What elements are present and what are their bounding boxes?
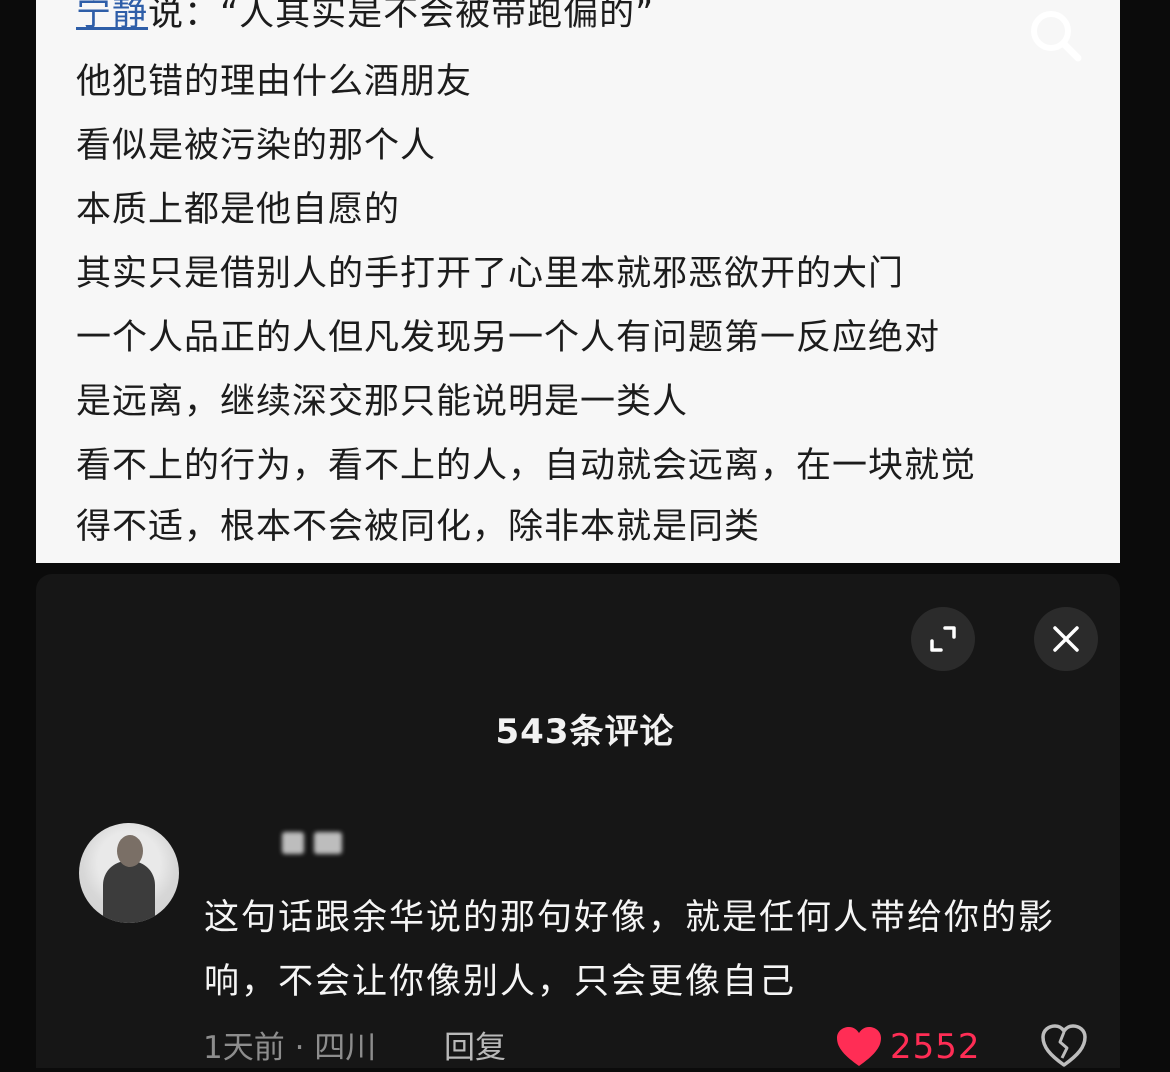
quote-line: 他犯错的理由什么酒朋友 [76,62,473,102]
quote-line: 本质上都是他自愿的 [76,190,401,230]
like-count: 2552 [890,1027,981,1067]
quote-line: 是远离，继续深交那只能说明是一类人 [76,382,689,422]
quote-line: 其实只是借别人的手打开了心里本就邪恶欲开的大门 [76,254,905,294]
search-icon[interactable] [1026,6,1086,66]
quote-line: 得不适，根本不会被同化，除非本就是同类 [76,507,761,547]
expand-icon[interactable] [911,607,975,671]
heart-icon[interactable] [835,1026,883,1068]
avatar[interactable] [79,823,179,923]
close-icon[interactable] [1034,607,1098,671]
quote-card: 宁静说：“人其实是不会被带跑偏的” 他犯错的理由什么酒朋友 看似是被污染的那个人… [36,0,1120,563]
quote-line: 看不上的行为，看不上的人，自动就会远离，在一块就觉 [76,446,977,486]
quote-heading: 宁静说：“人其实是不会被带跑偏的” [76,0,654,36]
comment-meta: 1天前 · 四川 [203,1030,377,1066]
comment-count-title: 543条评论 [495,712,675,752]
quote-line: 一个人品正的人但凡发现另一个人有问题第一反应绝对 [76,318,941,358]
username-blurred[interactable] [282,832,344,854]
broken-heart-icon[interactable] [1040,1024,1088,1068]
author-link[interactable]: 宁静 [76,0,148,34]
quote-line: 看似是被污染的那个人 [76,126,437,166]
comment-text: 这句话跟余华说的那句好像，就是任何人带给你的影响，不会让你像别人，只会更像自己 [204,898,1056,1002]
reply-button[interactable]: 回复 [444,1026,506,1070]
